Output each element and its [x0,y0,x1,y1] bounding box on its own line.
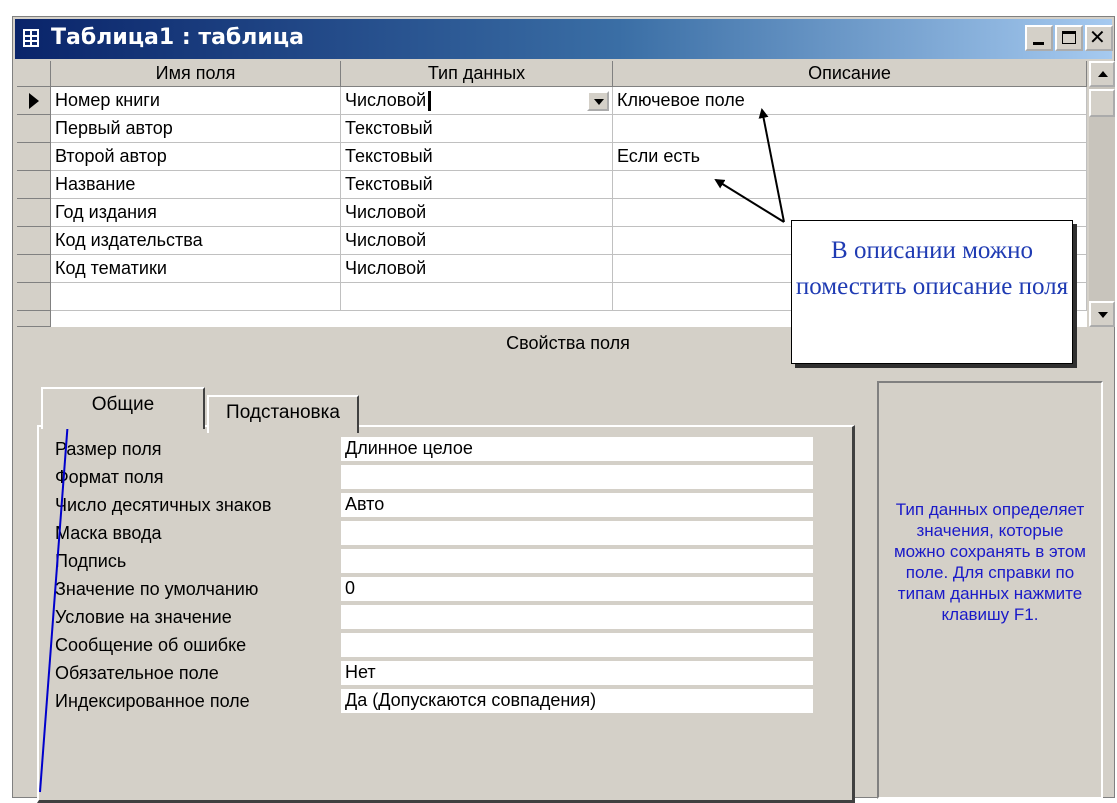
tab-lookup[interactable]: Подстановка [207,395,359,433]
table-design-window: Таблица1 : таблица ✕ Имя поля Тип данных… [12,16,1115,803]
data-type-cell[interactable]: Числовой [341,227,613,255]
row-selector[interactable] [17,199,51,227]
window-title: Таблица1 : таблица [51,25,304,50]
property-label: Формат поля [55,467,164,487]
scroll-down-button[interactable] [1089,301,1115,327]
description-cell[interactable]: Если есть [613,143,1087,171]
data-type-cell[interactable]: Текстовый [341,115,613,143]
field-name-cell[interactable]: Номер книги [51,87,341,115]
data-type-dropdown-button[interactable] [587,91,609,111]
field-name-cell[interactable]: Первый автор [51,115,341,143]
table-icon [23,29,39,47]
help-text: Тип данных определяет значения, которые … [893,500,1086,624]
data-type-cell[interactable]: Текстовый [341,171,613,199]
minimize-icon [1033,42,1044,45]
row-selector[interactable] [17,143,51,171]
scroll-thumb[interactable] [1089,89,1115,117]
property-value-field[interactable]: Авто [341,493,813,517]
field-name-cell[interactable]: Год издания [51,199,341,227]
record-pointer-icon [29,93,39,109]
description-cell[interactable] [613,171,1087,199]
row-selector[interactable] [17,255,51,283]
property-value-field[interactable] [341,605,813,629]
data-type-cell[interactable]: Числовой [341,255,613,283]
property-label: Число десятичных знаков [55,495,272,515]
minimize-button[interactable] [1025,25,1053,51]
property-label: Сообщение об ошибке [55,635,247,655]
field-name-cell[interactable]: Второй автор [51,143,341,171]
field-name-cell[interactable]: Код издательства [51,227,341,255]
field-name-cell[interactable]: Код тематики [51,255,341,283]
property-label: Подпись [55,551,127,571]
property-value-field[interactable]: Длинное целое [341,437,813,461]
data-type-cell[interactable] [341,283,613,311]
tab-general[interactable]: Общие [41,387,205,429]
data-type-cell[interactable]: Числовой [341,87,613,115]
property-value-field[interactable] [341,633,813,657]
maximize-button[interactable] [1055,25,1083,51]
property-label: Маска ввода [55,523,162,543]
property-value-field[interactable]: Да (Допускаются совпадения) [341,689,813,713]
description-cell[interactable]: Ключевое поле [613,87,1087,115]
row-selector[interactable] [17,227,51,255]
field-name-cell[interactable] [51,283,341,311]
property-label: Значение по умолчанию [55,579,259,599]
scroll-down-icon [1098,312,1108,318]
column-header-data-type[interactable]: Тип данных [341,61,613,87]
field-properties-title: Свойства поля [506,333,630,353]
column-header-description[interactable]: Описание [613,61,1087,87]
column-header-field-name[interactable]: Имя поля [51,61,341,87]
row-selector[interactable] [17,87,51,115]
property-label: Индексированное поле [55,691,250,711]
property-label: Условие на значение [55,607,232,627]
dropdown-arrow-icon [594,99,604,105]
field-name-cell[interactable]: Название [51,171,341,199]
title-bar[interactable]: Таблица1 : таблица ✕ [15,19,1113,59]
close-icon: ✕ [1089,25,1106,49]
maximize-icon [1062,31,1076,44]
property-value-field[interactable] [341,549,813,573]
property-value-field[interactable]: 0 [341,577,813,601]
scroll-up-icon [1098,71,1108,77]
row-selector[interactable] [17,283,51,311]
row-selector[interactable] [17,115,51,143]
row-selector[interactable] [17,171,51,199]
callout-box: В описании можно поместить описание поля [791,220,1073,364]
scroll-up-button[interactable] [1089,61,1115,87]
description-cell[interactable] [613,115,1087,143]
close-button[interactable]: ✕ [1085,25,1113,51]
data-type-cell[interactable]: Текстовый [341,143,613,171]
data-type-cell[interactable]: Числовой [341,199,613,227]
help-panel: Тип данных определяет значения, которые … [877,381,1103,799]
data-type-value: Числовой [345,90,427,110]
property-value-field[interactable]: Нет [341,661,813,685]
callout-text: В описании можно поместить описание поля [795,237,1069,300]
grid-corner[interactable] [17,61,51,87]
property-label: Обязательное поле [55,663,219,683]
property-label: Размер поля [55,439,162,459]
text-cursor [428,91,432,112]
grid-vertical-scrollbar[interactable] [1089,61,1115,327]
row-selector[interactable] [17,311,51,327]
property-value-field[interactable] [341,465,813,489]
property-value-field[interactable] [341,521,813,545]
